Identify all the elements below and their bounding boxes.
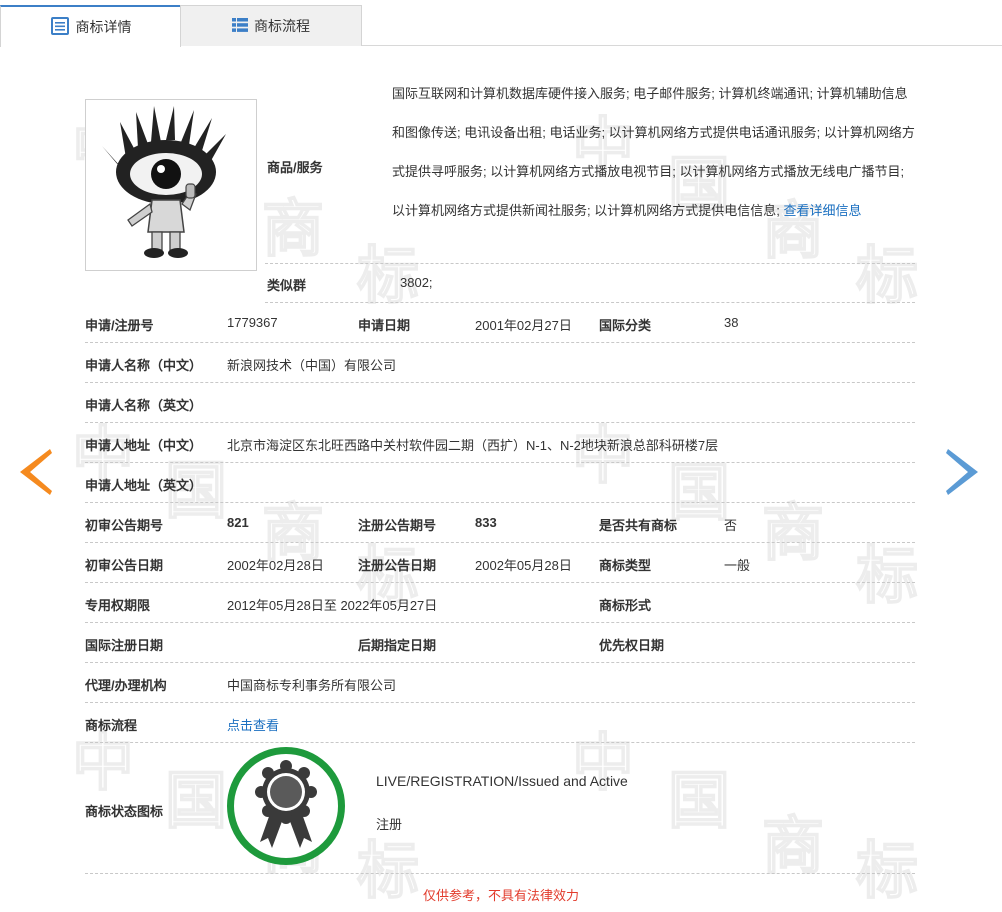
divider — [85, 422, 915, 423]
exclusive-period-value: 2012年05月28日至 2022年05月27日 — [227, 598, 438, 613]
status-en-text: LIVE/REGISTRATION/Issued and Active — [376, 773, 628, 789]
priority-date-label: 优先权日期 — [599, 638, 665, 653]
divider — [85, 342, 915, 343]
eye-mascot-logo — [102, 106, 226, 258]
divider — [85, 382, 915, 383]
applicant-cn-label: 申请人名称（中文） — [85, 358, 203, 373]
divider — [85, 662, 915, 663]
goods-services-label: 商品/服务 — [267, 160, 323, 175]
app-date-value: 2001年02月27日 — [475, 318, 572, 333]
divider — [85, 702, 915, 703]
agent-value: 中国商标专利事务所有限公司 — [227, 678, 397, 693]
previous-arrow-icon[interactable] — [18, 447, 52, 497]
agent-label: 代理/办理机构 — [85, 678, 167, 693]
exclusive-period-label: 专用权期限 — [85, 598, 151, 613]
intl-reg-date-label: 国际注册日期 — [85, 638, 164, 653]
shared-label: 是否共有商标 — [599, 518, 678, 533]
tab-bar: 商标详情 商标流程 — [0, 0, 1002, 47]
similar-group-value: 3802; — [400, 275, 433, 290]
view-flow-link[interactable]: 点击查看 — [227, 715, 279, 734]
intl-class-value: 38 — [724, 315, 739, 330]
address-cn-value: 北京市海淀区东北旺西路中关村软件园二期（西扩）N-1、N-2地块新浪总部科研楼7… — [227, 438, 719, 453]
divider — [85, 622, 915, 623]
reg-no-value: 1779367 — [227, 315, 278, 330]
address-en-label: 申请人地址（英文） — [85, 478, 203, 493]
next-arrow-icon[interactable] — [946, 447, 980, 497]
goods-services-value: 国际互联网和计算机数据库硬件接入服务; 电子邮件服务; 计算机终端通讯; 计算机… — [392, 86, 915, 218]
tab-label: 商标详情 — [75, 19, 132, 35]
divider — [85, 582, 915, 583]
flow-label: 商标流程 — [85, 718, 138, 733]
divider — [265, 263, 915, 264]
trademark-detail-panel: 商品/服务 国际互联网和计算机数据库硬件接入服务; 电子邮件服务; 计算机终端通… — [0, 0, 1002, 912]
shared-value: 否 — [724, 518, 738, 533]
divider — [85, 462, 915, 463]
award-ribbon-icon — [255, 760, 317, 848]
reg-pub-no-label: 注册公告期号 — [358, 518, 437, 533]
later-date-label: 后期指定日期 — [358, 638, 437, 653]
status-label: 商标状态图标 — [85, 804, 164, 819]
divider — [85, 502, 915, 503]
divider — [85, 742, 915, 743]
reg-pub-date-label: 注册公告日期 — [358, 558, 437, 573]
prelim-no-value: 821 — [227, 515, 249, 530]
address-cn-label: 申请人地址（中文） — [85, 438, 203, 453]
grid-list-icon — [232, 17, 248, 36]
trademark-image — [85, 99, 257, 271]
view-details-link[interactable]: 查看详细信息 — [783, 203, 861, 218]
prelim-date-value: 2002年02月28日 — [227, 558, 324, 573]
status-badge — [227, 747, 345, 865]
tab-label: 商标流程 — [254, 18, 310, 34]
status-cn-text: 注册 — [376, 817, 403, 832]
divider — [85, 542, 915, 543]
goods-services-text: 国际互联网和计算机数据库硬件接入服务; 电子邮件服务; 计算机终端通讯; 计算机… — [392, 74, 917, 230]
reg-pub-date-value: 2002年05月28日 — [475, 558, 572, 573]
divider — [85, 873, 915, 874]
tm-type-label: 商标类型 — [599, 558, 652, 573]
document-list-icon — [50, 16, 70, 39]
applicant-en-label: 申请人名称（英文） — [85, 398, 203, 413]
tm-form-label: 商标形式 — [599, 598, 652, 613]
reg-pub-no-value: 833 — [475, 515, 497, 530]
divider — [265, 302, 915, 303]
intl-class-label: 国际分类 — [599, 318, 652, 333]
tab-trademark-details[interactable]: 商标详情 — [0, 5, 181, 47]
similar-group-label: 类似群 — [267, 278, 307, 293]
disclaimer-text: 仅供参考，不具有法律效力 — [422, 888, 579, 903]
reg-no-label: 申请/注册号 — [85, 318, 154, 333]
app-date-label: 申请日期 — [358, 318, 411, 333]
tm-type-value: 一般 — [724, 558, 751, 573]
prelim-no-label: 初审公告期号 — [85, 518, 164, 533]
prelim-date-label: 初审公告日期 — [85, 558, 164, 573]
applicant-cn-value: 新浪网技术（中国）有限公司 — [227, 358, 397, 373]
tab-trademark-flow[interactable]: 商标流程 — [180, 5, 362, 46]
